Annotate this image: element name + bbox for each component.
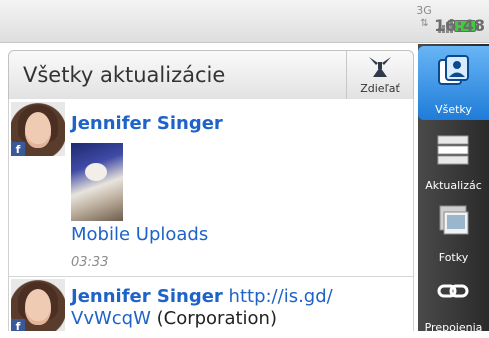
page-title: Všetky aktualizácie: [23, 63, 226, 87]
post-author[interactable]: Jennifer Singer: [71, 113, 223, 134]
post-link[interactable]: http://is.gd/: [229, 286, 333, 307]
post-timestamp: 03:33: [71, 255, 109, 270]
post-author[interactable]: Jennifer Singer: [71, 286, 223, 307]
tab-links[interactable]: Prepojenia: [418, 266, 489, 338]
share-button[interactable]: Zdieľať: [346, 51, 413, 99]
photos-icon: [439, 205, 469, 235]
post-text: Jennifer Singer http://is.gd/ VvWcqW (Co…: [71, 286, 411, 330]
updates-icon: [437, 135, 469, 165]
tab-links-label: Prepojenia: [424, 321, 483, 334]
tab-updates-label: Aktualizác: [425, 179, 482, 192]
status-time: 16:48: [434, 16, 485, 35]
tab-all[interactable]: Všetky: [418, 46, 489, 120]
link-icon: [437, 284, 469, 298]
facebook-icon: f: [11, 319, 25, 331]
tab-all-label: Všetky: [435, 103, 472, 116]
tab-photos-label: Fotky: [438, 251, 469, 264]
album-link[interactable]: Mobile Uploads: [71, 224, 208, 245]
photo-thumbnail[interactable]: [71, 143, 123, 221]
feed-list[interactable]: f Jennifer Singer Mobile Uploads 03:33 f…: [8, 99, 414, 331]
avatar[interactable]: f: [11, 279, 65, 331]
network-3g-icon: 3G ⇅: [414, 4, 434, 34]
page-header: Všetky aktualizácie Zdieľať: [8, 50, 414, 100]
tab-bar: Všetky Aktualizác Fotky Prepojenia: [418, 44, 489, 334]
post-link-continued[interactable]: VvWcqW: [71, 308, 151, 329]
share-label: Zdieľať: [360, 82, 400, 95]
people-icon: [438, 55, 469, 85]
share-icon: [369, 57, 391, 77]
facebook-icon: f: [11, 142, 25, 156]
status-bar: 3G ⇅ 16:48: [0, 0, 489, 43]
avatar[interactable]: f: [11, 102, 65, 156]
tab-updates[interactable]: Aktualizác: [418, 124, 489, 196]
feed-item[interactable]: f Jennifer Singer Mobile Uploads 03:33: [9, 99, 413, 276]
network-type-label: 3G: [416, 4, 432, 17]
tab-photos[interactable]: Fotky: [418, 196, 489, 268]
post-suffix: (Corporation): [150, 308, 277, 329]
